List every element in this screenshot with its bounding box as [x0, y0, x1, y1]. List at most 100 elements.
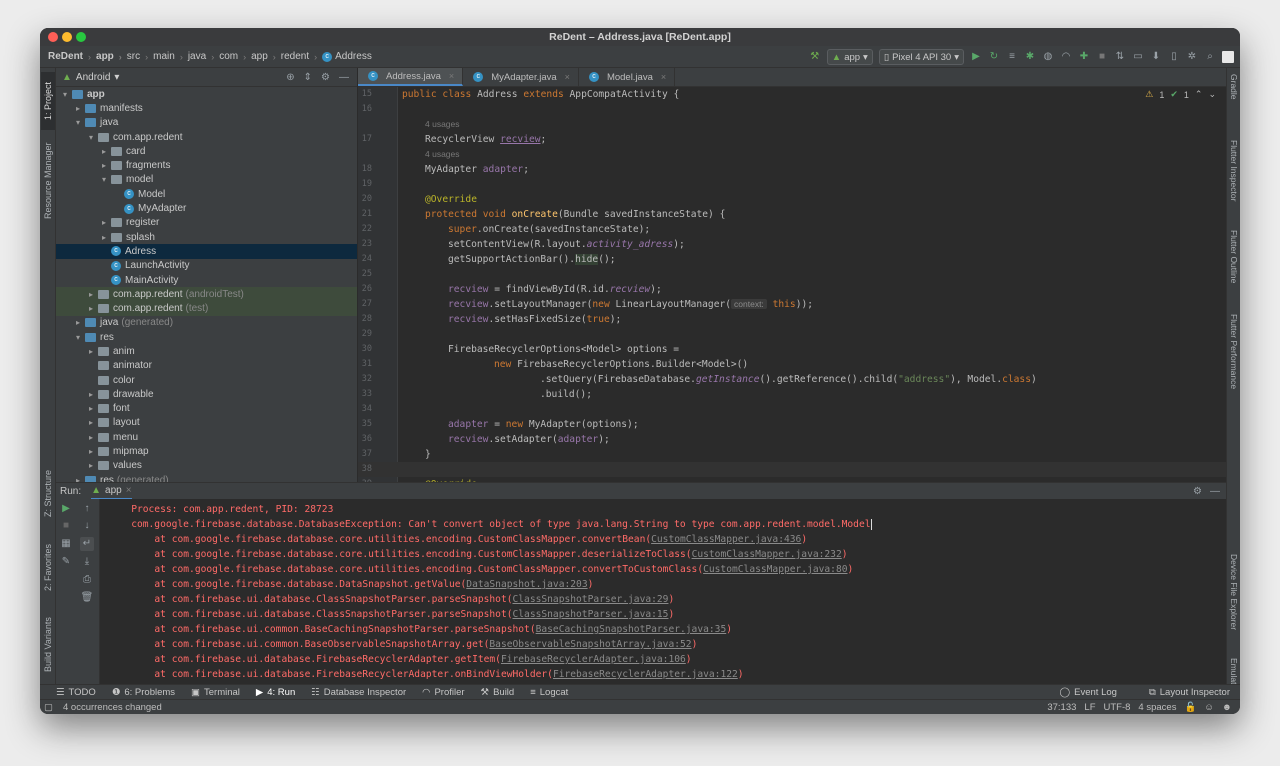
file-encoding[interactable]: UTF-8 [1104, 702, 1131, 713]
tab-flutter-inspector[interactable]: Flutter Inspector [1228, 140, 1240, 218]
tab-myadapter-java[interactable]: c MyAdapter.java × [463, 68, 579, 86]
tool-window-event-log[interactable]: ◯ Event Log [1060, 687, 1117, 698]
tool-window-terminal[interactable]: ▣ Terminal [191, 687, 240, 698]
smiley-icon[interactable]: ☻ [1222, 702, 1232, 713]
plugin-icon[interactable]: ✲ [1186, 51, 1198, 63]
tree-item[interactable]: ▾ com.app.redent [56, 130, 357, 144]
code-line[interactable]: 37} [358, 447, 1226, 462]
source-link[interactable]: CustomClassMapper.java:232 [692, 549, 842, 560]
tree-item[interactable]: color [56, 373, 357, 387]
code-line[interactable]: 29 [358, 327, 1226, 342]
hide-panel-icon[interactable]: — [339, 72, 349, 83]
chevron-down-icon[interactable]: ▾ [73, 333, 83, 342]
chevron-right-icon[interactable]: ▸ [86, 447, 96, 456]
source-link[interactable]: FirebaseRecyclerAdapter.java:122 [553, 669, 738, 680]
tool-window-layout-inspector[interactable]: ⧉ Layout Inspector [1149, 687, 1230, 698]
chevron-down-icon[interactable]: ▾ [99, 175, 109, 184]
tree-item[interactable]: ▸ java (generated) [56, 316, 357, 330]
chevron-right-icon[interactable]: ▸ [86, 404, 96, 413]
tree-item[interactable]: ▸ com.app.redent (test) [56, 301, 357, 316]
gear-icon[interactable]: ⚙ [321, 72, 330, 83]
close-icon[interactable]: × [126, 485, 132, 496]
tree-item[interactable]: ▾ model [56, 173, 357, 187]
chevron-down-icon[interactable]: ▾ [86, 133, 96, 142]
chevron-right-icon[interactable]: ▸ [99, 161, 109, 170]
code-line[interactable]: 34 [358, 402, 1226, 417]
tool-window-profiler[interactable]: ◠ Profiler [422, 687, 464, 698]
code-line[interactable]: 24 getSupportActionBar().hide(); [358, 252, 1226, 267]
breadcrumb-item[interactable]: java › [188, 51, 219, 62]
tree-item[interactable]: ▸ card [56, 144, 357, 158]
code-line[interactable]: 26 recview = findViewById(R.id.recview); [358, 282, 1226, 297]
chevron-right-icon[interactable]: ▸ [73, 104, 83, 113]
chevron-right-icon[interactable]: ▸ [86, 433, 96, 442]
locate-file-icon[interactable]: ⊕ [286, 72, 294, 83]
close-icon[interactable]: × [449, 71, 454, 81]
code-line[interactable]: 30 FirebaseRecyclerOptions<Model> options… [358, 342, 1226, 357]
breadcrumb-item[interactable]: com › [219, 51, 251, 62]
code-line[interactable]: 18 MyAdapter adapter; [358, 162, 1226, 177]
source-link[interactable]: FirebaseRecyclerAdapter.java:106 [501, 654, 686, 665]
maximize-window-button[interactable] [76, 32, 86, 42]
avatar[interactable] [1222, 51, 1234, 63]
tab-gradle[interactable]: Gradle [1228, 74, 1240, 114]
apply-changes-icon[interactable]: ↻ [988, 51, 1000, 63]
code-line[interactable]: 25 [358, 267, 1226, 282]
panel-toggle-icon[interactable]: ▢ [44, 702, 53, 713]
tab-flutter-outline[interactable]: Flutter Outline [1228, 230, 1240, 300]
code-line[interactable]: 4 usages [358, 147, 1226, 162]
tree-item[interactable]: ▾ app [56, 87, 357, 101]
tree-item[interactable]: c LaunchActivity [56, 259, 357, 273]
soft-wrap-icon[interactable]: ↵ [80, 537, 94, 551]
scroll-to-end-icon[interactable]: ⤓ [80, 555, 94, 569]
code-line[interactable]: 20 @Override [358, 192, 1226, 207]
tree-item[interactable]: c Model [56, 187, 357, 201]
scroll-up-icon[interactable]: ↑ [80, 502, 94, 516]
tool-window-logcat[interactable]: ≡ Logcat [530, 687, 568, 698]
chevron-right-icon[interactable]: ▸ [99, 233, 109, 242]
tree-item[interactable]: ▸ anim [56, 344, 357, 358]
tree-item[interactable]: ▸ menu [56, 430, 357, 444]
run-console[interactable]: Process: com.app.redent, PID: 28723 com.g… [100, 499, 1226, 684]
layout-icon[interactable]: ▦ [59, 537, 73, 551]
build-hammer-icon[interactable]: ⚒ [809, 51, 821, 63]
minimize-window-button[interactable] [62, 32, 72, 42]
rerun-icon[interactable]: ▶ [59, 502, 73, 516]
tool-window-todo[interactable]: ☰ TODO [56, 687, 96, 698]
source-link[interactable]: CustomClassMapper.java:436 [651, 534, 801, 545]
tree-item[interactable]: ▸ drawable [56, 387, 357, 401]
tab-build-variants[interactable]: Build Variants [41, 610, 55, 680]
source-link[interactable]: ClassSnapshotParser.java:15 [513, 609, 669, 620]
print-icon[interactable]: ⎙ [80, 573, 94, 587]
code-line[interactable]: 15 public class Address extends AppCompat… [358, 87, 1226, 102]
sdk-manager-icon[interactable]: ⬇ [1150, 51, 1162, 63]
chevron-right-icon[interactable]: ▸ [86, 290, 96, 299]
tree-item[interactable]: c MyAdapter [56, 201, 357, 215]
tab-structure[interactable]: Z: Structure [41, 463, 55, 523]
collapse-all-icon[interactable]: ⇕ [304, 72, 312, 83]
tab-project[interactable]: 1: Project [41, 72, 55, 130]
close-window-button[interactable] [48, 32, 58, 42]
code-line[interactable]: 21 protected void onCreate(Bundle savedIn… [358, 207, 1226, 222]
stop-icon[interactable]: ■ [59, 519, 73, 533]
breadcrumb-item[interactable]: c Address [322, 51, 372, 62]
code-line[interactable]: 27 recview.setLayoutManager(new LinearLay… [358, 297, 1226, 312]
code-line[interactable]: 31 new FirebaseRecyclerOptions.Builder<Mo… [358, 357, 1226, 372]
breadcrumb-item[interactable]: ReDent › [48, 51, 96, 62]
tab-model-java[interactable]: c Model.java × [579, 68, 676, 86]
debug-icon[interactable]: ✱ [1024, 51, 1036, 63]
lock-icon[interactable]: 🔓 [1184, 702, 1196, 713]
pin-icon[interactable]: ✎ [59, 555, 73, 569]
tree-item[interactable]: ▸ mipmap [56, 444, 357, 458]
run-icon[interactable]: ▶ [970, 51, 982, 63]
attach-debugger-icon[interactable]: ✚ [1078, 51, 1090, 63]
code-line[interactable]: 23 setContentView(R.layout.activity_adres… [358, 237, 1226, 252]
tool-window-problems[interactable]: ❶ 6: Problems [112, 687, 175, 698]
code-line[interactable]: 17 RecyclerView recview; [358, 132, 1226, 147]
indent-setting[interactable]: 4 spaces [1138, 702, 1176, 713]
code-line[interactable]: 4 usages [358, 117, 1226, 132]
close-icon[interactable]: × [661, 72, 666, 82]
tab-run-app[interactable]: ▲ app × [91, 483, 132, 500]
source-link[interactable]: ClassSnapshotParser.java:29 [513, 594, 669, 605]
sync-project-icon[interactable]: ⇅ [1114, 51, 1126, 63]
